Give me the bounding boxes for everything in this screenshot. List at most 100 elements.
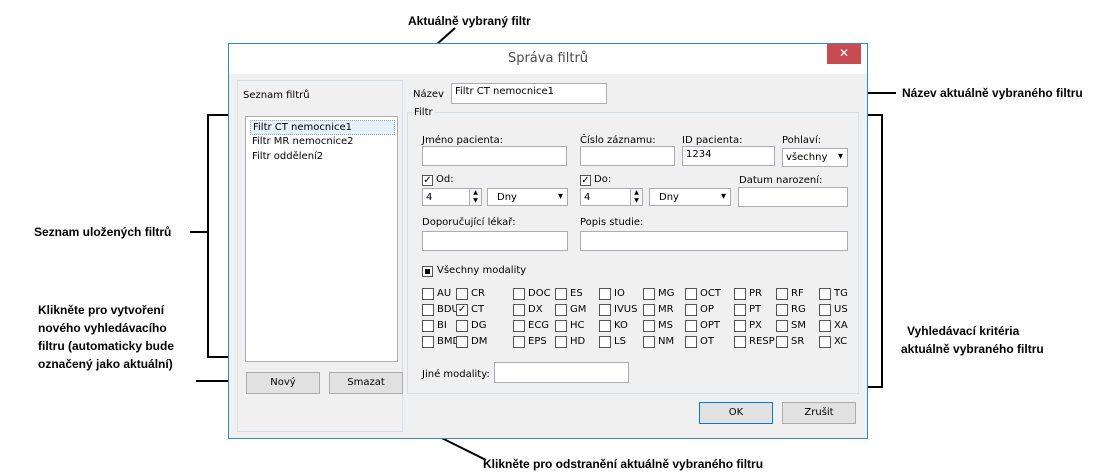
modality-checkbox-box[interactable] <box>599 336 611 348</box>
modality-checkbox-box[interactable] <box>819 304 831 316</box>
close-icon[interactable]: ✕ <box>827 44 861 64</box>
record-number-input[interactable] <box>580 146 675 166</box>
patient-name-input[interactable] <box>422 146 567 166</box>
modality-checkbox-box[interactable] <box>555 336 567 348</box>
delete-filter-button[interactable]: Smazat <box>329 372 403 394</box>
chevron-down-icon: ▾ <box>720 191 726 202</box>
modality-checkbox-box[interactable] <box>422 336 434 348</box>
spinner-arrows-icon[interactable]: ▲ ▼ <box>630 189 642 205</box>
modality-label: LS <box>614 336 626 347</box>
sex-select[interactable]: všechny ▾ <box>782 148 848 167</box>
modality-checkbox-box[interactable] <box>555 288 567 300</box>
referring-physician-label: Doporučující lékař: <box>422 217 516 228</box>
annotation-selected-filter: Aktuálně vybraný filtr <box>408 14 531 28</box>
patient-id-input[interactable]: 1234 <box>682 146 775 166</box>
from-checkbox[interactable]: ✓ <box>422 175 433 186</box>
spinner-arrows-icon[interactable]: ▲ ▼ <box>469 189 481 205</box>
dialog-title: Správa filtrů <box>507 51 589 66</box>
modality-checkbox-box[interactable] <box>776 336 788 348</box>
modality-checkbox-box[interactable] <box>599 304 611 316</box>
to-checkbox[interactable]: ✓ <box>580 175 591 186</box>
other-modalities-input[interactable] <box>494 362 629 383</box>
all-modalities-checkbox[interactable] <box>422 266 433 277</box>
modality-checkbox-box[interactable] <box>513 336 525 348</box>
modality-label: IVUS <box>614 304 638 315</box>
title-bar: Správa filtrů ✕ <box>229 44 867 74</box>
modality-checkbox-box[interactable] <box>513 320 525 332</box>
filter-name-input[interactable]: Filtr CT nemocnice1 <box>451 83 607 104</box>
modality-checkbox-box[interactable] <box>422 304 434 316</box>
modality-checkbox-box[interactable] <box>599 320 611 332</box>
from-unit-value: Dny <box>497 192 517 203</box>
modality-checkbox-box[interactable] <box>643 288 655 300</box>
modality-checkbox-box[interactable] <box>599 288 611 300</box>
modality-checkbox-box[interactable] <box>776 320 788 332</box>
new-filter-button[interactable]: Nový <box>246 372 320 394</box>
modality-checkbox-box[interactable] <box>643 336 655 348</box>
to-unit-select[interactable]: Dny ▾ <box>649 188 731 206</box>
modality-checkbox-box[interactable] <box>734 320 746 332</box>
modality-label: SM <box>791 320 806 331</box>
filter-list-label: Seznam filtrů <box>243 90 310 101</box>
modality-checkbox-box[interactable] <box>819 288 831 300</box>
modality-label: GM <box>570 304 587 315</box>
modality-checkbox-box[interactable] <box>456 320 468 332</box>
filter-list-item[interactable]: Filtr CT nemocnice1 <box>250 120 395 135</box>
modality-label: XA <box>834 320 848 331</box>
modality-label: CR <box>471 288 485 299</box>
from-unit-select[interactable]: Dny ▾ <box>487 188 568 206</box>
cancel-button[interactable]: Zrušit <box>782 402 856 424</box>
ok-button[interactable]: OK <box>699 402 773 424</box>
modality-label: DX <box>528 304 543 315</box>
modality-label: US <box>834 304 848 315</box>
filter-list-item[interactable]: Filtr MR nemocnice2 <box>250 135 356 148</box>
sex-label: Pohlaví: <box>782 135 822 146</box>
modality-checkbox-box[interactable] <box>776 288 788 300</box>
from-days-value: 4 <box>426 192 433 203</box>
modality-checkbox-box[interactable] <box>456 288 468 300</box>
modality-checkbox-box[interactable] <box>685 288 697 300</box>
modality-checkbox-box[interactable] <box>513 304 525 316</box>
modality-checkbox-box[interactable] <box>819 336 831 348</box>
modality-checkbox-box[interactable]: ✓ <box>456 304 468 316</box>
modality-checkbox-box[interactable] <box>734 304 746 316</box>
modality-label: CT <box>471 304 485 315</box>
patient-name-label: Jméno pacienta: <box>422 135 504 146</box>
modality-label: ES <box>570 288 583 299</box>
modality-checkbox-box[interactable] <box>456 336 468 348</box>
modality-checkbox-box[interactable] <box>422 320 434 332</box>
filter-list-item[interactable]: Filtr oddělení2 <box>250 150 325 163</box>
modality-checkbox-box[interactable] <box>422 288 434 300</box>
modality-checkbox-box[interactable] <box>685 320 697 332</box>
birth-date-input[interactable] <box>738 187 848 207</box>
modality-label: MG <box>658 288 675 299</box>
modality-checkbox-box[interactable] <box>734 336 746 348</box>
modality-label: BI <box>437 320 447 331</box>
modality-label: OT <box>700 336 714 347</box>
modality-checkbox-box[interactable] <box>643 320 655 332</box>
modality-checkbox-box[interactable] <box>734 288 746 300</box>
referring-physician-input[interactable] <box>422 231 568 251</box>
modality-checkbox-box[interactable] <box>513 288 525 300</box>
to-days-spinner[interactable]: 4 ▲ ▼ <box>580 188 643 206</box>
study-description-input[interactable] <box>580 231 848 251</box>
modality-checkbox-box[interactable] <box>555 304 567 316</box>
modality-label: DOC <box>528 288 551 299</box>
modality-label: RESP <box>749 336 775 347</box>
to-days-value: 4 <box>584 192 591 203</box>
other-modalities-label: Jiné modality: <box>422 369 490 380</box>
modality-label: HC <box>570 320 585 331</box>
modality-checkbox-box[interactable] <box>685 304 697 316</box>
modality-label: HD <box>570 336 586 347</box>
modality-checkbox-box[interactable] <box>555 320 567 332</box>
modality-checkbox-box[interactable] <box>685 336 697 348</box>
modality-label: DM <box>471 336 488 347</box>
modality-checkbox-box[interactable] <box>819 320 831 332</box>
filter-list[interactable]: Filtr CT nemocnice1 Filtr MR nemocnice2 … <box>245 116 398 362</box>
modality-checkbox-box[interactable] <box>776 304 788 316</box>
modality-label: NM <box>658 336 675 347</box>
modality-label: MR <box>658 304 674 315</box>
from-days-spinner[interactable]: 4 ▲ ▼ <box>422 188 482 206</box>
modality-label: ECG <box>528 320 550 331</box>
modality-checkbox-box[interactable] <box>643 304 655 316</box>
